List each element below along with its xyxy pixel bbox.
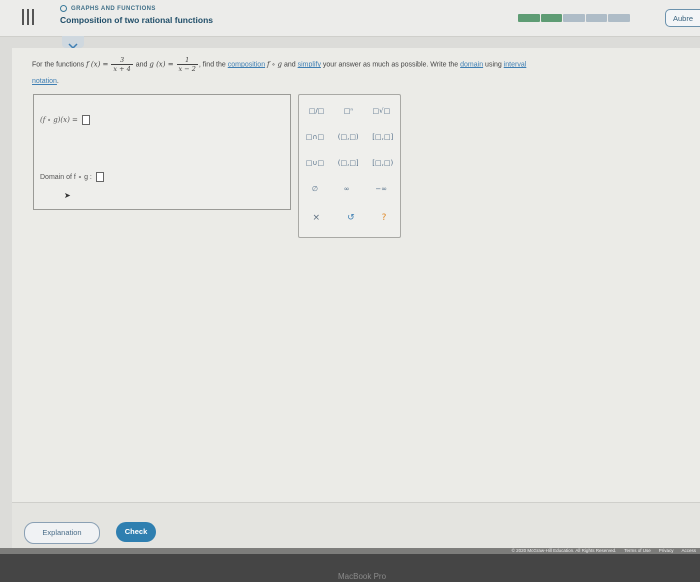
domain-row: Domain of f ∘ g :: [40, 172, 104, 182]
composition-expression: (f ∘ g)(x) =: [40, 116, 78, 124]
rest-text: your answer as much as possible. Write t…: [322, 61, 459, 69]
union-button[interactable]: □∪□: [306, 159, 324, 167]
palette-row-5: × ↺ ?: [299, 213, 400, 223]
footer-bar: [12, 502, 700, 549]
f-label: f (x) =: [86, 60, 109, 69]
closed-interval-button[interactable]: [□,□]: [372, 133, 393, 141]
question-panel: For the functions f (x) = 3x + 4 and g (…: [12, 48, 700, 548]
topic-circle-icon: [60, 5, 67, 12]
answer-area: (f ∘ g)(x) = Domain of f ∘ g : ➤: [33, 94, 291, 210]
palette-row-1: □/□ □ⁿ □√□: [299, 107, 400, 115]
progress-segment: [563, 14, 585, 22]
top-bar: GRAPHS AND FUNCTIONS Composition of two …: [0, 0, 700, 37]
domain-link[interactable]: domain: [460, 61, 483, 68]
palette-row-3: □∪□ (□,□] [□,□): [299, 159, 400, 167]
check-button[interactable]: Check: [116, 522, 156, 542]
composition-answer-input[interactable]: [82, 115, 91, 125]
root-button[interactable]: □√□: [373, 107, 391, 115]
domain-answer-input[interactable]: [95, 172, 104, 182]
palette-row-2: □∩□ (□,□) [□,□]: [299, 133, 400, 141]
page-title: Composition of two rational functions: [60, 15, 213, 25]
help-icon[interactable]: ?: [382, 213, 387, 223]
g-denominator: x − 2: [178, 65, 196, 73]
g-fraction: 1x − 2: [176, 56, 198, 73]
composition-row: (f ∘ g)(x) =: [40, 115, 91, 125]
device-label: MacBook Pro: [338, 572, 387, 581]
and-text-2: and: [283, 61, 296, 69]
composition-symbol: f ∘ g: [267, 60, 283, 69]
interval-link[interactable]: interval: [504, 61, 527, 68]
f-numerator: 3: [111, 56, 133, 65]
period: .: [56, 78, 59, 86]
intersection-button[interactable]: □∩□: [306, 133, 324, 141]
half-open-left-button[interactable]: (□,□]: [338, 159, 359, 167]
mouse-cursor-icon: ➤: [64, 191, 71, 200]
infinity-button[interactable]: ∞: [344, 185, 350, 193]
laptop-bezel: MacBook Pro: [0, 554, 700, 582]
topic-label: GRAPHS AND FUNCTIONS: [71, 5, 156, 12]
f-denominator: x + 4: [113, 65, 131, 73]
find-text: , find the: [198, 61, 226, 69]
exponent-button[interactable]: □ⁿ: [344, 107, 353, 115]
and-text: and: [135, 61, 148, 69]
clear-icon[interactable]: ×: [313, 213, 321, 223]
collapse-tab[interactable]: [62, 36, 84, 50]
progress-segment: [518, 14, 540, 22]
menu-icon[interactable]: [22, 9, 36, 25]
open-interval-button[interactable]: (□,□): [338, 133, 359, 141]
topic-row: GRAPHS AND FUNCTIONS: [60, 5, 156, 12]
progress-segment: [585, 14, 608, 22]
domain-label: Domain of f ∘ g :: [40, 173, 92, 181]
composition-link[interactable]: composition: [228, 61, 265, 68]
fraction-button[interactable]: □/□: [309, 107, 325, 115]
question-intro: For the functions: [32, 61, 85, 69]
undo-icon[interactable]: ↺: [347, 213, 355, 223]
negative-infinity-button[interactable]: −∞: [375, 185, 387, 193]
notation-link[interactable]: notation: [32, 78, 57, 85]
palette-row-4: ∅ ∞ −∞: [299, 185, 400, 193]
math-palette: □/□ □ⁿ □√□ □∩□ (□,□) [□,□] □∪□ (□,□] [□,…: [298, 94, 401, 238]
progress-bar: [518, 14, 630, 22]
question-text: For the functions f (x) = 3x + 4 and g (…: [32, 56, 682, 90]
progress-segment: [608, 14, 630, 22]
half-open-right-button[interactable]: [□,□): [372, 159, 393, 167]
simplify-link[interactable]: simplify: [298, 61, 321, 68]
g-numerator: 1: [176, 56, 198, 65]
progress-segment: [540, 14, 563, 22]
g-label: g (x) =: [149, 60, 174, 69]
f-fraction: 3x + 4: [111, 56, 133, 73]
using-text: using: [485, 61, 502, 69]
user-menu-button[interactable]: Aubre: [665, 9, 700, 27]
explanation-button[interactable]: Explanation: [24, 522, 100, 544]
empty-set-button[interactable]: ∅: [312, 185, 318, 193]
